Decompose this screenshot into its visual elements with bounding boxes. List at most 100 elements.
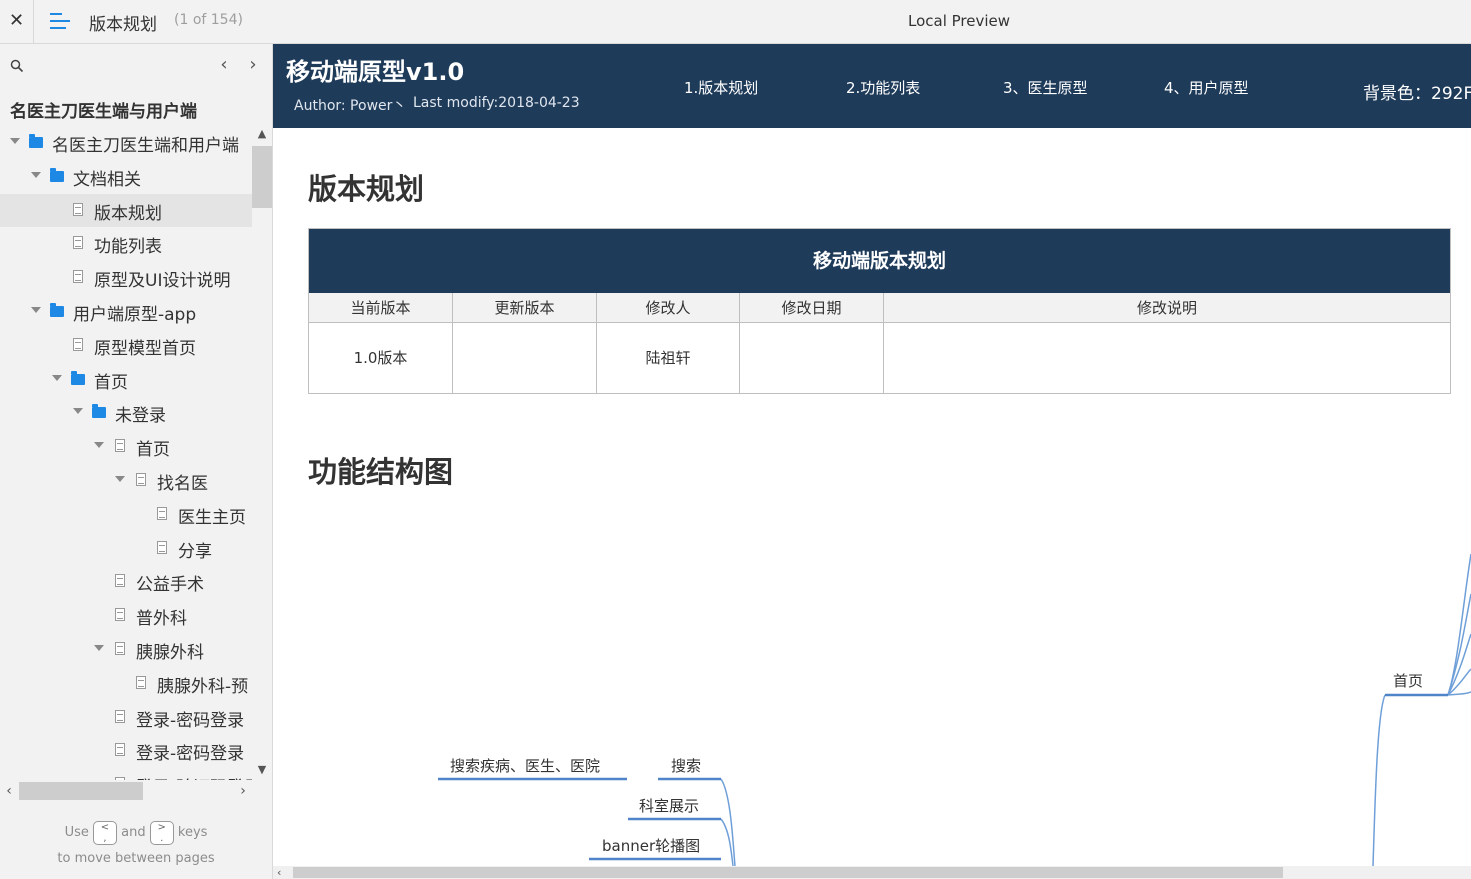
folder-icon <box>92 404 106 419</box>
search-icon[interactable] <box>10 59 24 73</box>
expand-caret-icon[interactable] <box>9 135 21 147</box>
tree-item-label: 登录-密码登录 <box>136 744 245 765</box>
sidebar-tree-item[interactable]: 胰腺外科 <box>0 633 252 667</box>
tree-item-label: 未登录 <box>115 406 166 427</box>
sidebar-tree-item[interactable]: 文档相关 <box>0 160 252 194</box>
scroll-up-icon[interactable]: ▲ <box>256 128 268 140</box>
scrollbar-thumb[interactable] <box>19 782 143 800</box>
tree-item-label: 普外科 <box>136 609 187 630</box>
table-cell: 1.0版本 <box>309 323 453 393</box>
table-cell <box>453 323 597 393</box>
folder-icon <box>50 302 64 317</box>
scrollbar-thumb[interactable] <box>252 146 272 208</box>
sidebar-tree-item[interactable]: 原型模型首页 <box>0 329 252 363</box>
table-cell: 陆祖轩 <box>597 323 740 393</box>
page-icon <box>136 675 146 689</box>
scroll-right-icon[interactable]: › <box>236 783 250 799</box>
page-icon <box>115 574 125 588</box>
table-header-cell: 修改说明 <box>884 293 1450 323</box>
canvas-horizontal-scrollbar[interactable]: ‹ <box>273 866 1471 879</box>
sidebar-tree-item[interactable]: 用户端原型-app <box>0 295 252 329</box>
table-row: 1.0版本 陆祖轩 <box>309 323 1450 393</box>
page-icon <box>73 236 83 250</box>
close-icon[interactable]: ✕ <box>0 0 34 43</box>
expand-caret-icon[interactable] <box>93 439 105 451</box>
table-header-cell: 修改日期 <box>740 293 884 323</box>
expand-caret-icon[interactable] <box>30 304 42 316</box>
sidebar-tree-item[interactable]: 登录-密码登录 <box>0 701 252 735</box>
sidebar-tree-item[interactable]: 公益手术 <box>0 565 252 599</box>
tree-item-label: 首页 <box>94 372 128 393</box>
table-caption: 移动端版本规划 <box>309 229 1450 293</box>
tree-item-label: 版本规划 <box>94 203 162 224</box>
keyboard-hint: Use <, and >. keys to move between pages <box>0 820 272 872</box>
banner-author: Author: Power丶 <box>294 98 407 114</box>
tree-item-label: 分享 <box>178 541 212 562</box>
sidebar-tree-item[interactable]: 未登录 <box>0 396 252 430</box>
expand-caret-icon[interactable] <box>114 473 126 485</box>
page-icon <box>73 337 83 351</box>
hint-text: to move between pages <box>57 851 215 866</box>
sidebar-tree-item[interactable]: 名医主刀医生端和用户端 <box>0 126 252 160</box>
page-icon <box>115 608 125 622</box>
sidebar-tree-item[interactable]: 普外科 <box>0 599 252 633</box>
mindmap-lines <box>438 553 1471 866</box>
table-header-cell: 当前版本 <box>309 293 453 323</box>
tree-item-label: 功能列表 <box>94 237 162 258</box>
banner-nav-feature-list[interactable]: 2.功能列表 <box>846 77 920 98</box>
tree-item-label: 名医主刀医生端和用户端 <box>52 136 239 156</box>
sidebar-tree-item[interactable]: 功能列表 <box>0 227 252 261</box>
scrollbar-thumb[interactable] <box>293 867 1283 878</box>
next-page-button[interactable]: › <box>243 55 263 75</box>
sitemap-vertical-scrollbar[interactable]: ▲ ▼ <box>252 126 272 780</box>
sidebar-tree-item[interactable]: 胰腺外科-预 <box>0 667 252 701</box>
sidebar-tree-item[interactable]: 分享 <box>0 532 252 566</box>
table-cell <box>740 323 884 393</box>
folder-icon <box>50 167 64 182</box>
mindmap-node-root: 首页 <box>1393 672 1424 690</box>
sidebar-tree-item[interactable]: 登录-验证码登录 <box>0 768 252 780</box>
scroll-left-icon[interactable]: ‹ <box>2 783 16 799</box>
page-icon <box>157 540 167 554</box>
sidebar-tree-item[interactable]: 找名医 <box>0 464 252 498</box>
expand-caret-icon[interactable] <box>72 405 84 417</box>
hint-text: and <box>121 825 146 840</box>
banner-nav-doctor-prototype[interactable]: 3、医生原型 <box>1003 77 1088 98</box>
table-cell <box>884 323 1450 393</box>
tree-item-label: 首页 <box>136 440 170 461</box>
mindmap-node: 科室展示 <box>639 797 700 815</box>
page-icon <box>157 506 167 520</box>
tree-item-label: 用户端原型-app <box>73 304 197 325</box>
banner-nav-version-plan[interactable]: 1.版本规划 <box>684 77 758 98</box>
scroll-left-icon[interactable]: ‹ <box>277 866 281 879</box>
sidebar-tree-item[interactable]: 首页 <box>0 430 252 464</box>
expand-caret-icon[interactable] <box>51 372 63 384</box>
sitemap-horizontal-scrollbar[interactable]: ‹ › <box>0 780 252 802</box>
tree-item-label: 胰腺外科 <box>136 642 204 663</box>
sidebar-tree-item[interactable]: 原型及UI设计说明 <box>0 261 252 295</box>
sidebar-tree-item[interactable]: 版本规划 <box>0 193 252 228</box>
banner-nav-user-prototype[interactable]: 4、用户原型 <box>1164 77 1249 98</box>
tree-item-label: 胰腺外科-预 <box>157 676 249 697</box>
key-next-icon: >. <box>149 820 174 845</box>
sitemap-menu-icon[interactable] <box>50 12 72 32</box>
page-icon <box>115 641 125 655</box>
mindmap-node: 搜索疾病、医生、医院 <box>450 757 601 775</box>
sidebar-tree-item[interactable]: 登录-密码登录 <box>0 734 252 768</box>
sitemap-sidebar: ‹ › 名医主刀医生端与用户端 名医主刀医生端和用户端 文档相关 版本规划 功能列表原… <box>0 44 273 879</box>
table-header-row: 当前版本 更新版本 修改人 修改日期 修改说明 <box>309 293 1450 323</box>
sidebar-tree-item[interactable]: 医生主页 <box>0 498 252 532</box>
page-icon <box>115 743 125 757</box>
previous-page-button[interactable]: ‹ <box>214 55 234 75</box>
page-icon <box>115 709 125 723</box>
sidebar-tree-item[interactable]: 首页 <box>0 363 252 397</box>
expand-caret-icon[interactable] <box>30 169 42 181</box>
page-icon <box>73 202 83 216</box>
banner-last-modify: Last modify:2018-04-23 <box>413 95 580 111</box>
page-icon <box>115 439 125 453</box>
section-title-feature-structure: 功能结构图 <box>308 455 454 489</box>
folder-icon <box>71 370 85 385</box>
feature-structure-mindmap: 首页 搜索疾病、医生、医院 搜索 科室展示 banner轮播图 <box>273 544 1471 866</box>
scroll-down-icon[interactable]: ▼ <box>256 764 268 776</box>
expand-caret-icon[interactable] <box>93 642 105 654</box>
